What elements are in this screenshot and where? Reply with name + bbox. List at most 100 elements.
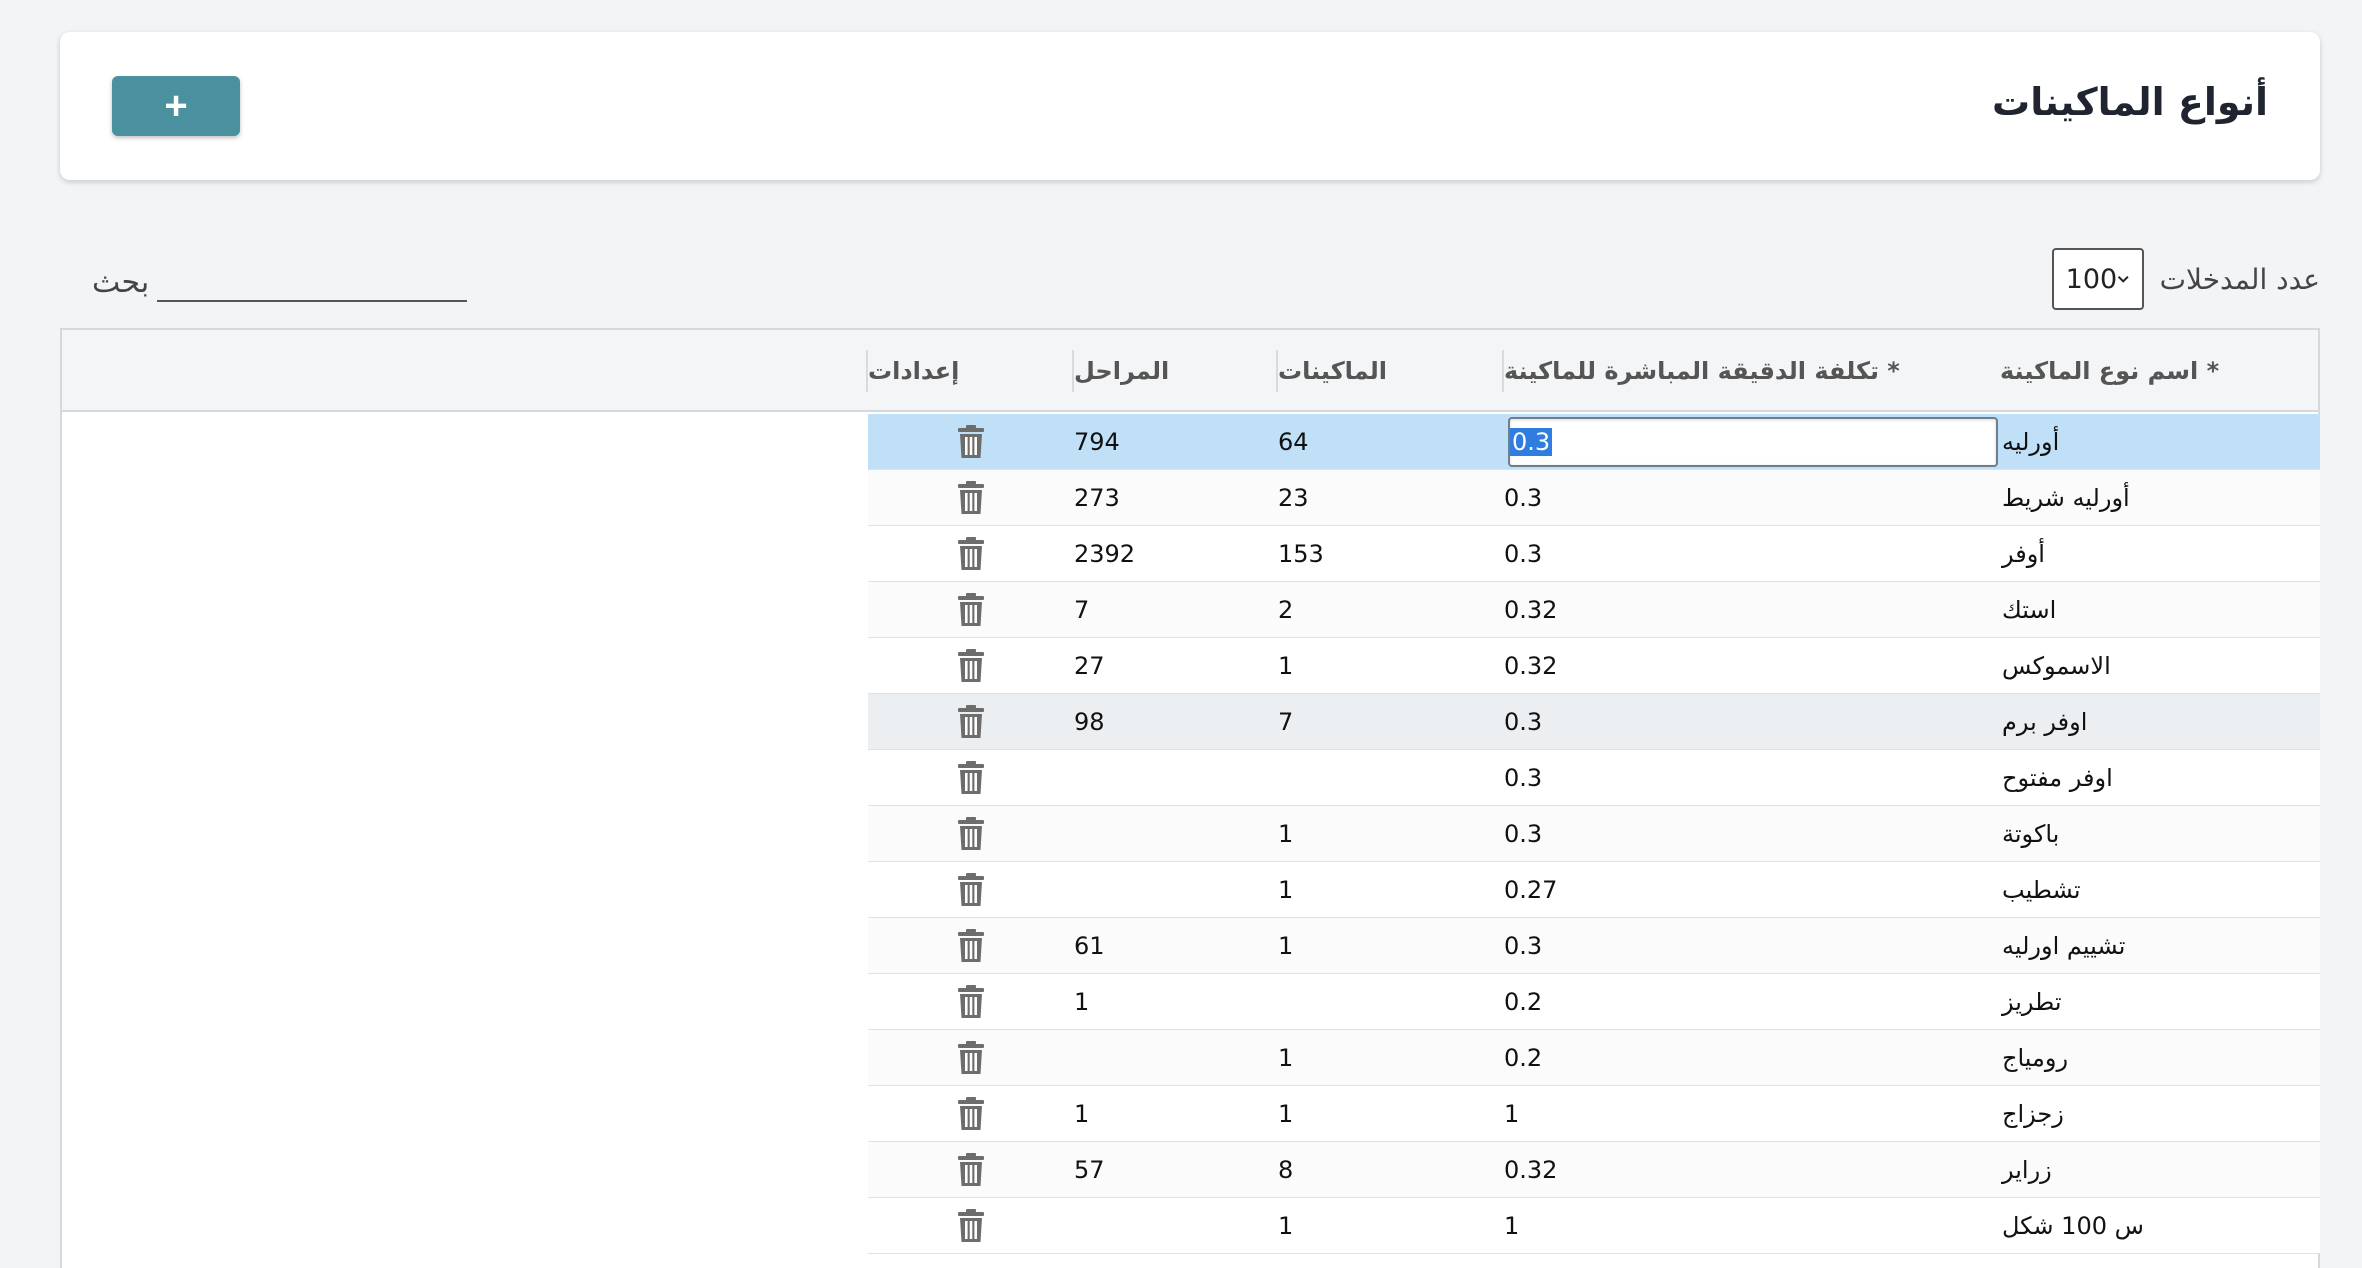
table-row[interactable]: زراير 0.32 8 57 [868, 1142, 2320, 1198]
table-body: أورليه 0.3 64 794 أورليه شريط 0.3 23 273 [868, 414, 2320, 1254]
trash-icon[interactable] [957, 649, 985, 683]
machine-count: 153 [1278, 540, 1324, 568]
table-row[interactable]: اوفر مفتوح 0.3 [868, 750, 2320, 806]
machine-type-name[interactable]: باكوتة [2002, 806, 2320, 862]
machine-type-cost[interactable]: 0.3 [1504, 918, 2002, 974]
trash-icon[interactable] [957, 593, 985, 627]
row-settings [868, 526, 1074, 582]
machine-type-name[interactable]: رومياج [2002, 1030, 2320, 1086]
machine-type-cost[interactable]: 1 [1504, 1086, 2002, 1142]
column-header-machines[interactable]: الماكينات [1276, 350, 1502, 392]
machine-type-name[interactable]: تشطيب [2002, 862, 2320, 918]
column-header-settings: إعدادات [866, 350, 1072, 392]
stage-count: 1 [1074, 1100, 1090, 1128]
machine-count: 64 [1278, 428, 1309, 456]
search-input[interactable] [157, 262, 468, 302]
stage-count: 57 [1074, 1156, 1105, 1184]
machine-type-name[interactable]: اوفر مفتوح [2002, 750, 2320, 806]
page-title: أنواع الماكينات [1992, 80, 2268, 124]
machine-type-cost[interactable]: 0.3 [1504, 750, 2002, 806]
entries-select[interactable]: 100 [2051, 248, 2144, 310]
table-row[interactable]: أورليه 0.3 64 794 [868, 414, 2320, 470]
add-machine-type-button[interactable]: + [112, 76, 240, 136]
row-settings [868, 470, 1074, 526]
page-header-card: أنواع الماكينات + [60, 32, 2320, 180]
machine-type-cost[interactable]: 0.3 [1504, 806, 2002, 862]
trash-icon[interactable] [957, 705, 985, 739]
machine-type-cost[interactable]: 0.3 [1504, 470, 2002, 526]
table-row[interactable]: تشييم اورليه 0.3 1 61 [868, 918, 2320, 974]
machine-type-cost[interactable]: 0.2 [1504, 1030, 2002, 1086]
trash-icon[interactable] [957, 817, 985, 851]
machine-count: 1 [1278, 876, 1294, 904]
machine-type-cost[interactable]: 0.32 [1504, 1142, 2002, 1198]
table-row[interactable]: أوفر 0.3 153 2392 [868, 526, 2320, 582]
machine-type-cost[interactable]: 0.27 [1504, 862, 2002, 918]
machine-type-cost[interactable]: 0.3 [1504, 694, 2002, 750]
table-row[interactable]: الاسموكس 0.32 1 27 [868, 638, 2320, 694]
table-row[interactable]: باكوتة 0.3 1 [868, 806, 2320, 862]
machine-type-name[interactable]: تطريز [2002, 974, 2320, 1030]
stage-count: 61 [1074, 932, 1105, 960]
row-settings [868, 1198, 1074, 1254]
machine-count: 23 [1278, 484, 1309, 512]
machine-type-name[interactable]: اوفر برم [2002, 694, 2320, 750]
trash-icon[interactable] [957, 873, 985, 907]
chevron-down-icon [2118, 275, 2129, 283]
trash-icon[interactable] [957, 985, 985, 1019]
machine-type-cost[interactable]: 0.32 [1504, 582, 2002, 638]
row-settings [868, 862, 1074, 918]
machine-type-name[interactable]: أورليه [2002, 414, 2320, 470]
table-row[interactable]: استك 0.32 2 7 [868, 582, 2320, 638]
column-header-stages[interactable]: المراحل [1072, 350, 1276, 392]
machine-type-cost[interactable]: 0.32 [1504, 638, 2002, 694]
trash-icon[interactable] [957, 481, 985, 515]
trash-icon[interactable] [957, 761, 985, 795]
machine-count: 1 [1278, 652, 1294, 680]
table-header: * اسم نوع الماكينة * تكلفة الدقيقة المبا… [62, 330, 2318, 412]
trash-icon[interactable] [957, 929, 985, 963]
machine-count: 7 [1278, 708, 1294, 736]
machine-type-name[interactable]: زجزاج [2002, 1086, 2320, 1142]
stage-count: 7 [1074, 596, 1090, 624]
machine-type-name[interactable]: استك [2002, 582, 2320, 638]
machine-type-name[interactable]: تشييم اورليه [2002, 918, 2320, 974]
row-settings [868, 414, 1074, 470]
table-row[interactable]: زجزاج 1 1 1 [868, 1086, 2320, 1142]
entries-control: عدد المدخلات 100 [2051, 248, 2320, 310]
trash-icon[interactable] [957, 1041, 985, 1075]
table-row[interactable]: تطريز 0.2 1 [868, 974, 2320, 1030]
table-row[interactable]: رومياج 0.2 1 [868, 1030, 2320, 1086]
machine-type-name[interactable]: س 100 شكل [2002, 1198, 2320, 1254]
machine-count: 1 [1278, 932, 1294, 960]
table-row[interactable]: أورليه شريط 0.3 23 273 [868, 470, 2320, 526]
machine-type-name[interactable]: زراير [2002, 1142, 2320, 1198]
table-row[interactable]: تشطيب 0.27 1 [868, 862, 2320, 918]
machine-count: 2 [1278, 596, 1294, 624]
stage-count: 98 [1074, 708, 1105, 736]
machine-type-cost[interactable]: 1 [1504, 1198, 2002, 1254]
row-settings [868, 1030, 1074, 1086]
trash-icon[interactable] [957, 537, 985, 571]
trash-icon[interactable] [957, 1097, 985, 1131]
search-control: بحث [92, 262, 468, 302]
row-settings [868, 1086, 1074, 1142]
stage-count [1074, 750, 1278, 806]
machine-type-name[interactable]: أورليه شريط [2002, 470, 2320, 526]
trash-icon[interactable] [957, 1209, 985, 1243]
stage-count [1074, 1030, 1278, 1086]
cost-edit-input[interactable]: 0.3 [1508, 417, 1998, 467]
table-row[interactable]: اوفر برم 0.3 7 98 [868, 694, 2320, 750]
stage-count [1074, 862, 1278, 918]
trash-icon[interactable] [957, 425, 985, 459]
machine-type-name[interactable]: الاسموكس [2002, 638, 2320, 694]
machine-type-name[interactable]: أوفر [2002, 526, 2320, 582]
trash-icon[interactable] [957, 1153, 985, 1187]
stage-count [1074, 1198, 1278, 1254]
machine-type-cost[interactable]: 0.2 [1504, 974, 2002, 1030]
table-row[interactable]: س 100 شكل 1 1 [868, 1198, 2320, 1254]
machine-type-cost[interactable]: 0.3 [1504, 526, 2002, 582]
column-header-name[interactable]: * اسم نوع الماكينة [2000, 350, 2318, 392]
column-header-cost[interactable]: * تكلفة الدقيقة المباشرة للماكينة [1502, 350, 2000, 392]
stage-count: 2392 [1074, 540, 1136, 568]
